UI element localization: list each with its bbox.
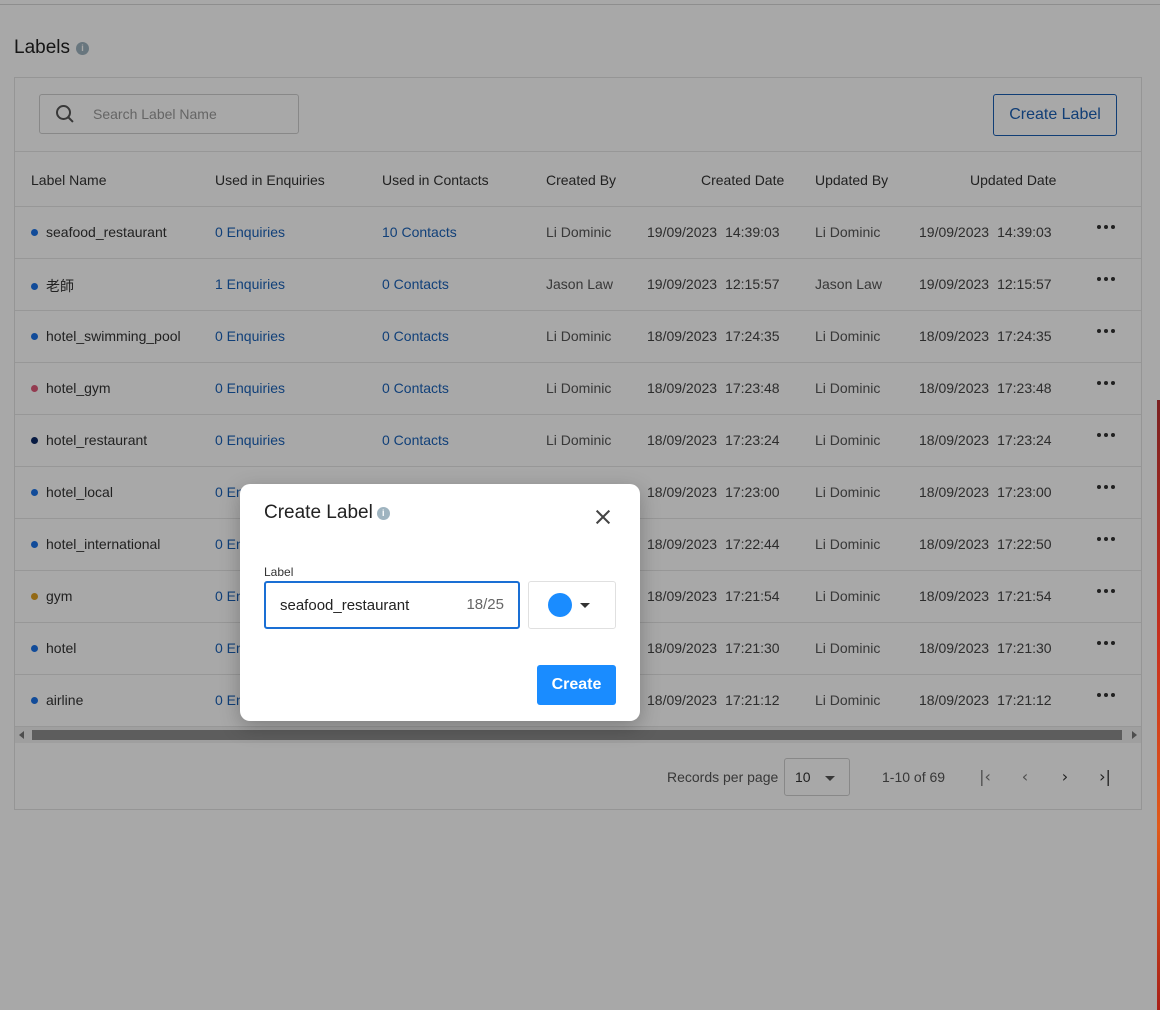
- label-field-label: Label: [264, 565, 294, 579]
- create-label-dialog: Create Label i Label 18/25 Create: [240, 484, 640, 721]
- color-swatch: [548, 593, 572, 617]
- dialog-title-text: Create Label: [264, 502, 373, 523]
- character-counter: 18/25: [466, 596, 504, 613]
- color-picker[interactable]: [528, 581, 616, 629]
- create-button[interactable]: Create: [537, 665, 616, 705]
- label-field[interactable]: 18/25: [264, 581, 520, 629]
- info-icon[interactable]: i: [376, 506, 390, 520]
- close-icon[interactable]: [593, 507, 613, 527]
- label-input[interactable]: [280, 596, 450, 614]
- dialog-title: Create Label i: [264, 502, 390, 524]
- caret-down-icon: [580, 603, 590, 608]
